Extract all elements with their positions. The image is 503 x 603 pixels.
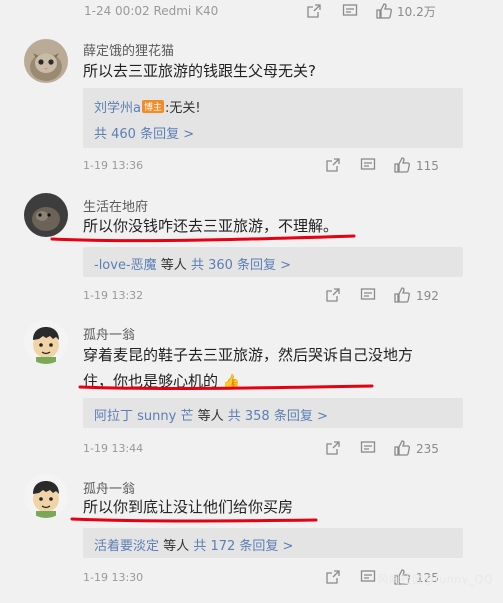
view-replies-link[interactable]: 共 360 条回复 > [191, 258, 291, 273]
share-icon[interactable] [325, 569, 341, 585]
reply-preview[interactable]: 阿拉丁 sunny 芒 等人 共 358 条回复 > [83, 398, 463, 428]
watermark: 风闻社区@funny_QQ [377, 573, 493, 586]
comment-icon[interactable] [342, 3, 358, 19]
like-count: 115 [416, 159, 439, 173]
like-count: 235 [416, 442, 439, 456]
like-icon[interactable] [393, 156, 411, 174]
like-count: 192 [416, 289, 439, 303]
view-replies-link[interactable]: 共 358 条回复 > [228, 409, 328, 424]
timestamp: 1-19 13:36 [83, 159, 144, 172]
comment-text: 所以去三亚旅游的钱跟生父母无关? [83, 62, 316, 80]
reply-author[interactable]: 刘学州a [94, 101, 141, 116]
share-icon[interactable] [325, 440, 341, 456]
reply-authors[interactable]: -love-恶魔 [94, 258, 157, 273]
comment-text: 所以你到底让没让他们给你买房 [83, 498, 294, 516]
reply-summary: 等人 [160, 258, 187, 273]
reply-text: :无关! [164, 101, 201, 116]
timestamp: 1-19 13:30 [83, 571, 144, 584]
timestamp: 1-19 13:32 [83, 289, 144, 302]
avatar[interactable] [24, 193, 68, 237]
like-icon[interactable] [393, 439, 411, 457]
comment-text-line: 住，你也是够心机的 👍 [83, 368, 463, 395]
previous-comment-meta: 1-24 00:02 Redmi K40 10.2万 [0, 0, 503, 24]
avatar[interactable] [24, 474, 68, 518]
reply-preview[interactable]: -love-恶魔 等人 共 360 条回复 > [83, 247, 463, 277]
share-icon[interactable] [306, 3, 322, 19]
avatar[interactable] [24, 320, 68, 364]
username[interactable]: 薛定饿的狸花猫 [83, 40, 174, 59]
like-count: 10.2万 [397, 5, 436, 19]
like-icon[interactable] [375, 2, 393, 20]
share-icon[interactable] [325, 157, 341, 173]
thumbs-up-emoji-icon: 👍 [222, 374, 241, 390]
reply-authors[interactable]: 活着要淡定 [94, 539, 159, 554]
reply-summary: 等人 [197, 409, 224, 424]
avatar[interactable] [24, 39, 68, 83]
share-icon[interactable] [325, 287, 341, 303]
comment-item: 薛定饿的狸花猫 所以去三亚旅游的钱跟生父母无关? 刘学州a 博主:无关! 共 46… [0, 28, 503, 180]
comment-text: 穿着麦昆的鞋子去三亚旅游，然后哭诉自己没地方 住，你也是够心机的 👍 [83, 342, 463, 395]
comment-text: 所以你没钱咋还去三亚旅游，不理解。 [83, 217, 339, 235]
comment-icon[interactable] [360, 569, 376, 585]
like-icon[interactable] [393, 286, 411, 304]
reply-preview[interactable]: 刘学州a 博主:无关! 共 460 条回复 > [83, 88, 463, 148]
view-replies-link[interactable]: 共 172 条回复 > [193, 539, 293, 554]
comment-text-fragment: 住，你也是够心机的 [83, 372, 219, 390]
comment-item: 生活在地府 所以你没钱咋还去三亚旅游，不理解。 -love-恶魔 等人 共 36… [0, 183, 503, 308]
timestamp: 1-24 00:02 Redmi K40 [84, 4, 219, 18]
view-replies-link[interactable]: 共 460 条回复 > [94, 123, 194, 142]
reply-preview[interactable]: 活着要淡定 等人 共 172 条回复 > [83, 528, 463, 558]
comment-icon[interactable] [360, 287, 376, 303]
author-badge: 博主 [141, 100, 164, 113]
reply-authors[interactable]: 阿拉丁 sunny 芒 [94, 409, 193, 424]
comment-text-line: 穿着麦昆的鞋子去三亚旅游，然后哭诉自己没地方 [83, 346, 414, 364]
comment-icon[interactable] [360, 157, 376, 173]
reply-summary: 等人 [163, 539, 190, 554]
username[interactable]: 孤舟一翁 [83, 324, 135, 343]
comment-item: 孤舟一翁 穿着麦昆的鞋子去三亚旅游，然后哭诉自己没地方 住，你也是够心机的 👍 … [0, 312, 503, 462]
timestamp: 1-19 13:44 [83, 442, 144, 455]
comment-icon[interactable] [360, 440, 376, 456]
